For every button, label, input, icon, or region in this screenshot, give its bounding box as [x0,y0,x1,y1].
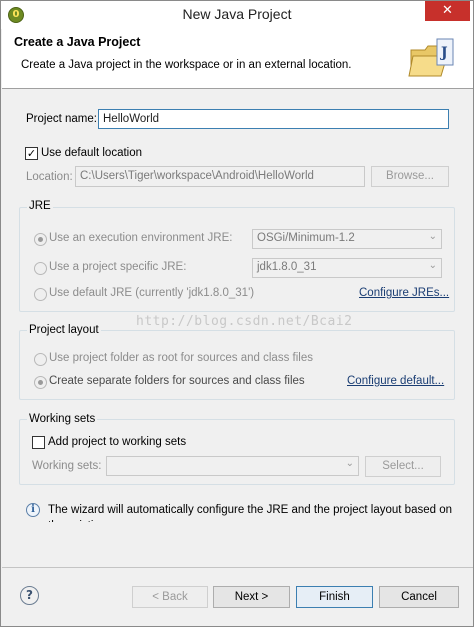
chevron-down-icon: ⌄ [428,231,437,242]
exec-env-radio[interactable] [34,233,47,246]
project-specific-jre-label: Use a project specific JRE: [49,261,187,273]
chevron-down-icon: ⌄ [345,458,354,469]
default-jre-label: Use default JRE (currently 'jdk1.8.0_31'… [49,287,255,299]
exec-env-value: OSGi/Minimum-1.2 [257,232,355,244]
finish-button[interactable]: Finish [296,586,373,608]
use-default-location-label: Use default location [41,147,143,159]
project-layout-group-title: Project layout [27,324,101,336]
working-sets-label: Working sets: [32,460,102,472]
close-button[interactable]: ✕ [425,1,470,21]
exec-env-select[interactable]: OSGi/Minimum-1.2 ⌄ [252,229,442,249]
working-sets-select[interactable]: ⌄ [106,456,359,476]
folder-root-label: Use project folder as root for sources a… [49,352,313,364]
back-button[interactable]: < Back [132,586,208,608]
wizard-banner: Create a Java Project Create a Java proj… [2,29,473,89]
info-icon: i [26,503,40,517]
jre-group-title: JRE [27,200,53,212]
location-input[interactable]: C:\Users\Tiger\workspace\Android\HelloWo… [75,166,365,187]
add-to-working-sets-label: Add project to working sets [48,436,187,448]
working-sets-group-title: Working sets [27,413,98,425]
next-button[interactable]: Next > [213,586,290,608]
location-label: Location: [26,171,73,183]
dialog-window: 0 New Java Project ✕ Create a Java Proje… [0,0,474,627]
wizard-title: Create a Java Project [14,35,141,49]
title-bar: 0 New Java Project ✕ [1,1,473,29]
default-jre-radio[interactable] [34,288,47,301]
separate-folders-label: Create separate folders for sources and … [49,375,305,387]
project-layout-group [19,330,455,400]
watermark-text: http://blog.csdn.net/Bcai2 [136,314,353,329]
use-default-location-checkbox[interactable]: ✓ [25,147,38,160]
svg-text:J: J [439,45,448,61]
help-icon[interactable]: ? [20,586,39,605]
add-to-working-sets-checkbox[interactable] [32,436,45,449]
window-title: New Java Project [182,6,292,22]
project-name-input[interactable]: HelloWorld [98,109,449,129]
project-specific-jre-value: jdk1.8.0_31 [257,261,317,273]
java-project-folder-icon: J [408,38,454,77]
folder-root-radio[interactable] [34,353,47,366]
project-name-label: Project name: [26,113,97,125]
project-specific-jre-radio[interactable] [34,262,47,275]
separate-folders-radio[interactable] [34,376,47,389]
project-specific-jre-select[interactable]: jdk1.8.0_31 ⌄ [252,258,442,278]
browse-button[interactable]: Browse... [371,166,449,187]
select-working-sets-button[interactable]: Select... [365,456,441,477]
wizard-description: Create a Java project in the workspace o… [21,59,352,71]
configure-jres-link[interactable]: Configure JREs... [359,287,449,299]
button-bar-separator [2,567,473,568]
info-message: The wizard will automatically configure … [48,504,452,522]
configure-default-link[interactable]: Configure default... [347,375,444,387]
chevron-down-icon: ⌄ [428,260,437,271]
exec-env-label: Use an execution environment JRE: [49,232,233,244]
cancel-button[interactable]: Cancel [379,586,459,608]
